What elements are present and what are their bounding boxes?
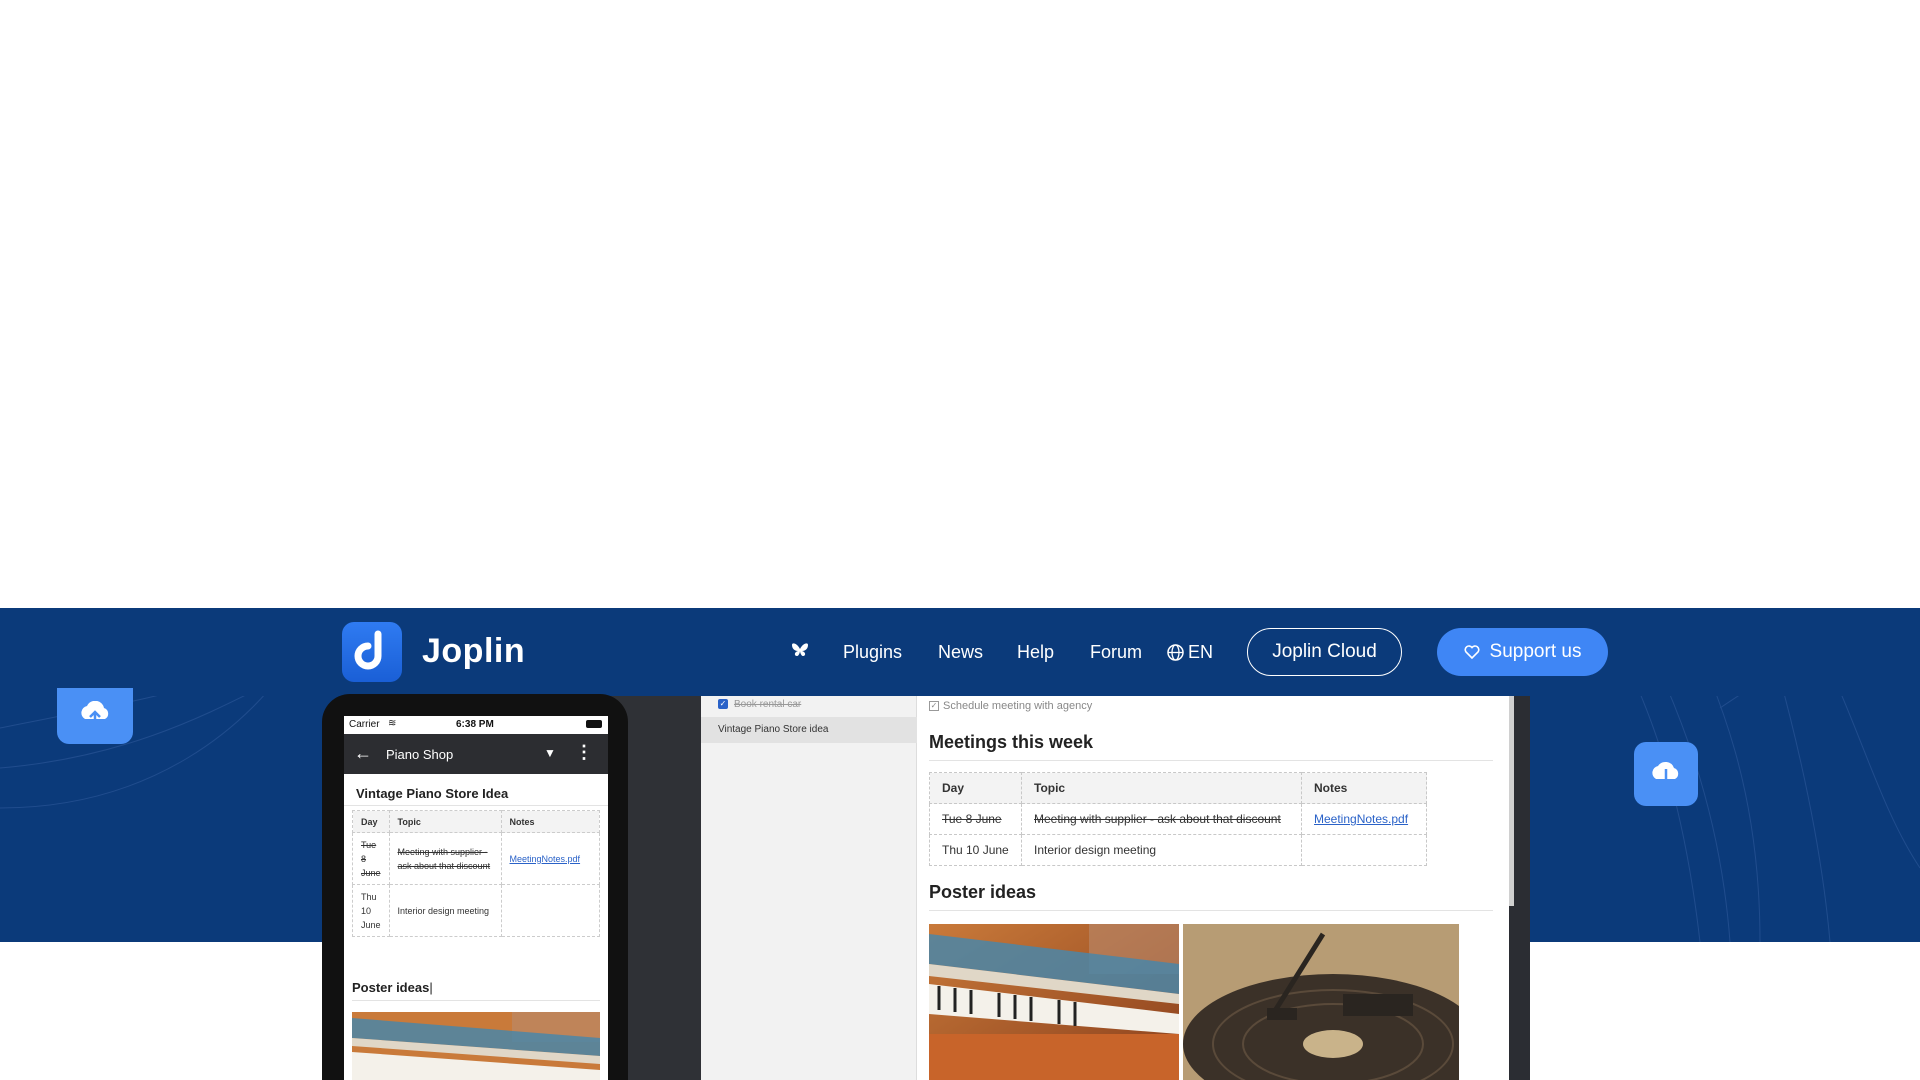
clock-label: 6:38 PM: [456, 719, 494, 730]
text-cursor: |: [429, 980, 433, 995]
phone-meetings-table: Day Topic Notes Tue 8 June Meeting with …: [352, 810, 600, 937]
attachment-link[interactable]: MeetingNotes.pdf: [1314, 812, 1408, 826]
butterfly-icon[interactable]: [790, 640, 810, 665]
piano-photo: [352, 1012, 600, 1080]
poster-ideas-heading: Poster ideas: [929, 882, 1037, 902]
checkbox-checked-icon[interactable]: ✓: [929, 701, 939, 712]
table-cell: Meeting with supplier - ask about that d…: [1021, 803, 1302, 835]
table-cell: MeetingNotes.pdf: [500, 832, 600, 885]
top-navbar: Joplin Plugins News Help Forum EN Joplin…: [0, 608, 1920, 696]
table-header: Topic: [388, 810, 502, 833]
carrier-label: Carrier: [349, 719, 380, 730]
heart-icon: [1464, 645, 1480, 659]
table-cell: [1301, 834, 1427, 866]
divider: [929, 910, 1493, 911]
nav-forum[interactable]: Forum: [1090, 642, 1142, 663]
table-cell: MeetingNotes.pdf: [1301, 803, 1427, 835]
table-header: Day: [929, 772, 1022, 804]
table-header-row: Day Topic Notes: [352, 810, 600, 833]
checklist-item[interactable]: ✓ Schedule meeting with agency: [929, 700, 1092, 712]
brand-name[interactable]: Joplin: [422, 632, 525, 671]
table-cell: Interior design meeting: [388, 884, 502, 937]
checklist-item-label: Schedule meeting with agency: [943, 700, 1093, 712]
note-list-item-label: Vintage Piano Store idea: [718, 724, 829, 735]
nav-help[interactable]: Help: [1017, 642, 1054, 663]
note-list-item[interactable]: ✓ Book rental car: [701, 699, 917, 715]
table-header: Day: [352, 810, 390, 833]
notebook-title[interactable]: Piano Shop: [386, 747, 453, 762]
table-cell: Meeting with supplier - ask about that d…: [388, 832, 502, 885]
poster-ideas-heading[interactable]: Poster ideas|: [352, 980, 433, 995]
table-row: Tue 8 June Meeting with supplier - ask a…: [929, 803, 1427, 835]
phone-app-screenshot: Carrier ≋ 6:38 PM ← Piano Shop ▼ ⋮ Vinta…: [322, 694, 628, 1080]
wifi-icon: ≋: [388, 718, 397, 729]
support-us-button[interactable]: Support us: [1437, 628, 1608, 676]
support-us-label: Support us: [1489, 641, 1582, 662]
more-menu-icon[interactable]: ⋮: [575, 742, 593, 763]
table-header: Notes: [1301, 772, 1427, 804]
phone-status-bar: Carrier ≋ 6:38 PM: [344, 716, 608, 734]
table-cell: [500, 884, 600, 937]
note-list-item-selected[interactable]: Vintage Piano Store idea: [701, 717, 917, 743]
table-row: Thu 10 June Interior design meeting: [352, 884, 600, 937]
divider: [352, 1000, 600, 1001]
language-label: EN: [1188, 642, 1214, 662]
globe-icon: [1167, 644, 1184, 661]
table-cell: Thu 10 June: [352, 884, 390, 937]
phone-screen: Carrier ≋ 6:38 PM ← Piano Shop ▼ ⋮ Vinta…: [344, 716, 608, 1080]
table-row: Thu 10 June Interior design meeting: [929, 834, 1427, 866]
table-cell: Tue 8 June: [352, 832, 390, 885]
back-arrow-icon[interactable]: ←: [354, 743, 372, 764]
phone-toolbar: ← Piano Shop ▼ ⋮: [344, 734, 608, 774]
dropdown-arrow-icon[interactable]: ▼: [544, 746, 556, 760]
cloud-upload-icon: [57, 688, 133, 744]
table-cell: Interior design meeting: [1021, 834, 1302, 866]
table-header-row: Day Topic Notes: [929, 772, 1427, 804]
nav-news[interactable]: News: [938, 642, 983, 663]
desktop-app-screenshot: ✓ Book rental car Vintage Piano Store ide…: [588, 696, 1530, 1080]
nav-plugins[interactable]: Plugins: [843, 642, 902, 663]
scrollbar[interactable]: [1509, 696, 1514, 906]
table-header: Notes: [500, 810, 600, 833]
cloud-download-icon: [1634, 742, 1698, 806]
checkbox-checked-icon[interactable]: ✓: [718, 699, 728, 710]
meetings-table: Day Topic Notes Tue 8 June Meeting with …: [929, 772, 1427, 866]
attachment-link[interactable]: MeetingNotes.pdf: [510, 854, 581, 864]
language-selector[interactable]: EN: [1167, 642, 1213, 663]
turntable-photo: [1183, 924, 1459, 1080]
piano-photo: [929, 924, 1179, 1080]
desktop-note-view: ✓ Schedule meeting with agency Meetings t…: [917, 696, 1509, 1080]
divider: [344, 805, 608, 806]
page: Joplin Plugins News Help Forum EN Joplin…: [0, 0, 1920, 1080]
note-list-item-label: Book rental car: [734, 699, 802, 710]
joplin-cloud-button[interactable]: Joplin Cloud: [1247, 628, 1402, 676]
joplin-logo-icon[interactable]: [342, 622, 402, 682]
divider: [929, 760, 1493, 761]
poster-ideas-label: Poster ideas: [352, 980, 430, 995]
table-cell: Thu 10 June: [929, 834, 1022, 866]
table-cell: Tue 8 June: [929, 803, 1022, 835]
desktop-note-list: ✓ Book rental car Vintage Piano Store ide…: [701, 696, 917, 1080]
note-title: Vintage Piano Store Idea: [356, 786, 509, 801]
meetings-heading: Meetings this week: [929, 732, 1094, 752]
table-header: Topic: [1021, 772, 1302, 804]
table-row: Tue 8 June Meeting with supplier - ask a…: [352, 832, 600, 885]
battery-icon: [586, 720, 602, 728]
